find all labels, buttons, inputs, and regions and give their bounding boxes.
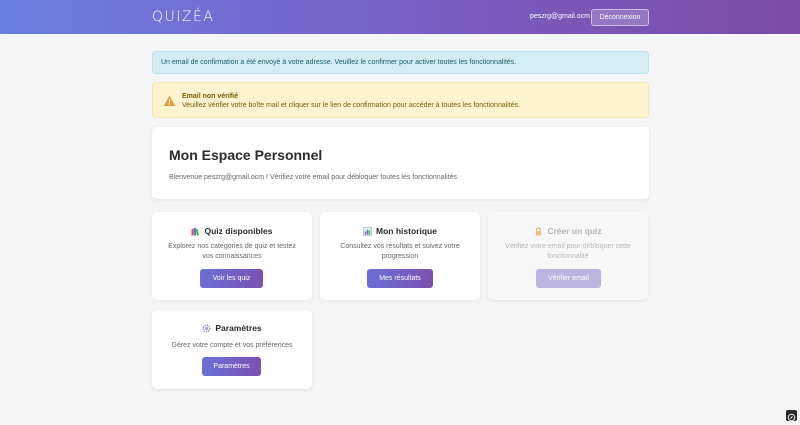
create-quiz-card-header: Créer un quiz [488, 226, 648, 236]
welcome-card: Mon Espace Personnel Bienvenue peszrg@gm… [152, 127, 649, 199]
verify-email-button[interactable]: Vérifier email [536, 269, 601, 288]
compass-icon [787, 413, 796, 422]
brand-logo[interactable]: QUIZÉA [152, 9, 214, 25]
warning-title: Email non vérifié [182, 93, 239, 100]
warning-icon [164, 96, 175, 106]
settings-card-description: Gérez votre compte et vos préférences [171, 342, 293, 349]
warning-alert: Email non vérifié Veuillez vérifier votr… [152, 82, 649, 118]
quiz-card-description: Explorez nos catégories de quiz et teste… [168, 243, 296, 260]
top-header: QUIZÉA peszrg@gmail.ocm Déconnexion [0, 0, 800, 34]
info-alert-text: Un email de confirmation a été envoyé à … [161, 59, 517, 66]
quiz-card: Quiz disponibles Explorez nos catégories… [152, 212, 312, 300]
settings-card-header: Paramètres [152, 323, 312, 333]
settings-card: Paramètres Gérez votre compte et vos pré… [152, 310, 312, 389]
history-card-header: Mon historique [320, 226, 480, 236]
history-card-title: Mon historique [376, 226, 437, 236]
settings-button[interactable]: Paramètres [202, 357, 261, 376]
floating-widget-icon[interactable] [786, 410, 797, 422]
page-title: Mon Espace Personnel [169, 147, 323, 163]
view-quiz-button[interactable]: Voir les quiz [200, 269, 263, 288]
books-icon [191, 227, 200, 236]
gear-icon [202, 324, 211, 332]
history-card: Mon historique Consultez vos résultats e… [320, 212, 480, 300]
create-quiz-card-title: Créer un quiz [547, 226, 602, 236]
logout-button[interactable]: Déconnexion [591, 9, 649, 26]
welcome-text: Bienvenue peszrg@gmail.ocm ! Vérifiez vo… [169, 174, 459, 181]
settings-card-title: Paramètres [215, 323, 262, 333]
create-quiz-card-description: Vérifiez votre email pour débloquer cett… [505, 243, 631, 260]
info-alert: Un email de confirmation a été envoyé à … [152, 51, 649, 74]
quiz-card-title: Quiz disponibles [204, 226, 273, 236]
create-quiz-card: Créer un quiz Vérifiez votre email pour … [488, 212, 648, 300]
quiz-card-header: Quiz disponibles [152, 226, 312, 236]
user-email: peszrg@gmail.ocm [530, 13, 591, 20]
warning-text: Veuillez vérifier votre boîte mail et cl… [182, 102, 521, 109]
chart-icon [363, 226, 372, 236]
lock-icon [536, 226, 542, 236]
my-results-button[interactable]: Mes résultats [367, 269, 433, 288]
history-card-description: Consultez vos résultats et suivez votre … [340, 243, 460, 260]
